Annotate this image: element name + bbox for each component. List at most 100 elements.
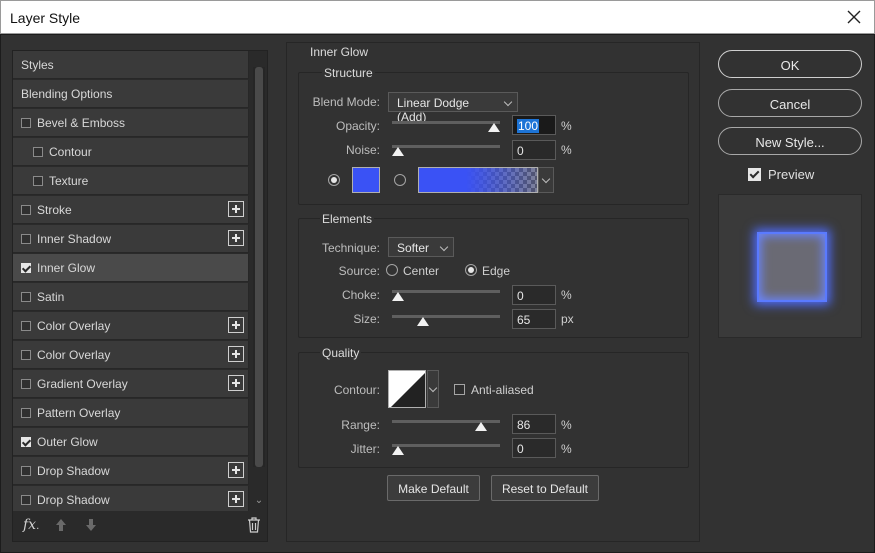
style-item-styles[interactable]: Styles bbox=[13, 51, 249, 79]
style-checkbox[interactable] bbox=[21, 379, 31, 389]
style-checkbox[interactable] bbox=[33, 147, 43, 157]
noise-slider[interactable] bbox=[392, 143, 500, 156]
elements-title: Elements bbox=[320, 212, 375, 226]
style-checkbox[interactable] bbox=[21, 437, 31, 447]
scrollbar-thumb[interactable] bbox=[255, 67, 263, 467]
style-item-drop-shadow[interactable]: Drop Shadow bbox=[13, 457, 249, 485]
slider-knob[interactable] bbox=[392, 292, 404, 301]
slider-track bbox=[392, 121, 500, 124]
style-item-bevel-emboss[interactable]: Bevel & Emboss bbox=[13, 109, 249, 137]
style-checkbox[interactable] bbox=[21, 263, 31, 273]
slider-knob[interactable] bbox=[392, 147, 404, 156]
opacity-slider[interactable] bbox=[392, 119, 500, 132]
trash-icon[interactable] bbox=[247, 517, 261, 533]
fx-icon[interactable]: fx. bbox=[23, 517, 39, 533]
jitter-slider[interactable] bbox=[392, 442, 500, 455]
slider-track bbox=[392, 444, 500, 447]
size-slider[interactable] bbox=[392, 313, 500, 326]
slider-knob[interactable] bbox=[488, 123, 500, 132]
style-item-outer-glow[interactable]: Outer Glow bbox=[13, 428, 249, 456]
gradient-radio[interactable] bbox=[394, 174, 406, 186]
style-checkbox[interactable] bbox=[33, 176, 43, 186]
slider-knob[interactable] bbox=[475, 422, 487, 431]
blend-mode-label: Blend Mode: bbox=[312, 95, 380, 109]
add-effect-plus-icon[interactable] bbox=[228, 346, 244, 362]
glow-gradient-swatch[interactable] bbox=[418, 167, 538, 193]
contour-preview[interactable] bbox=[388, 370, 426, 408]
range-input[interactable]: 86 bbox=[512, 414, 556, 434]
style-item-drop-shadow[interactable]: Drop Shadow bbox=[13, 486, 249, 511]
blend-mode-select[interactable]: Linear Dodge (Add) bbox=[388, 92, 518, 124]
style-checkbox[interactable] bbox=[21, 292, 31, 302]
style-checkbox[interactable] bbox=[21, 321, 31, 331]
anti-aliased-checkbox[interactable] bbox=[454, 384, 465, 395]
opacity-unit: % bbox=[561, 119, 572, 133]
preview-label: Preview bbox=[768, 167, 815, 182]
style-item-blending-options[interactable]: Blending Options bbox=[13, 80, 249, 108]
style-item-satin[interactable]: Satin bbox=[13, 283, 249, 311]
add-effect-plus-icon[interactable] bbox=[228, 317, 244, 333]
ok-button[interactable]: OK bbox=[718, 50, 862, 78]
contour-label: Contour: bbox=[333, 383, 380, 397]
style-item-inner-glow[interactable]: Inner Glow bbox=[13, 254, 249, 282]
style-item-contour[interactable]: Contour bbox=[13, 138, 249, 166]
jitter-unit: % bbox=[561, 442, 572, 456]
style-item-color-overlay[interactable]: Color Overlay bbox=[13, 341, 249, 369]
add-effect-plus-icon[interactable] bbox=[228, 375, 244, 391]
reset-to-default-button[interactable]: Reset to Default bbox=[491, 475, 599, 501]
choke-slider[interactable] bbox=[392, 288, 500, 301]
technique-value: Softer bbox=[397, 241, 430, 255]
style-checkbox[interactable] bbox=[21, 466, 31, 476]
jitter-input[interactable]: 0 bbox=[512, 438, 556, 458]
source-edge-radio[interactable] bbox=[465, 264, 477, 276]
gradient-dropdown[interactable] bbox=[538, 167, 554, 193]
move-down-icon[interactable] bbox=[85, 517, 97, 533]
window-title: Layer Style bbox=[10, 10, 81, 26]
range-slider[interactable] bbox=[392, 418, 500, 431]
opacity-input[interactable]: 100 bbox=[512, 115, 556, 135]
slider-knob[interactable] bbox=[417, 317, 429, 326]
scroll-down-arrow-icon[interactable]: ⌄ bbox=[253, 495, 265, 507]
style-checkbox[interactable] bbox=[21, 350, 31, 360]
anti-aliased-label: Anti-aliased bbox=[471, 383, 534, 397]
style-checkbox[interactable] bbox=[21, 118, 31, 128]
style-item-texture[interactable]: Texture bbox=[13, 167, 249, 195]
style-item-gradient-overlay[interactable]: Gradient Overlay bbox=[13, 370, 249, 398]
make-default-button[interactable]: Make Default bbox=[387, 475, 480, 501]
size-input[interactable]: 65 bbox=[512, 309, 556, 329]
cancel-button[interactable]: Cancel bbox=[718, 89, 862, 117]
noise-label: Noise: bbox=[345, 143, 380, 157]
styles-scrollbar[interactable] bbox=[253, 67, 265, 467]
structure-title: Structure bbox=[322, 66, 375, 80]
add-effect-plus-icon[interactable] bbox=[228, 201, 244, 217]
add-effect-plus-icon[interactable] bbox=[228, 462, 244, 478]
add-effect-plus-icon[interactable] bbox=[228, 491, 244, 507]
style-item-stroke[interactable]: Stroke bbox=[13, 196, 249, 224]
style-checkbox[interactable] bbox=[21, 495, 31, 505]
style-checkbox[interactable] bbox=[21, 205, 31, 215]
style-checkbox[interactable] bbox=[21, 408, 31, 418]
move-up-icon[interactable] bbox=[55, 517, 67, 533]
source-center-radio[interactable] bbox=[386, 264, 398, 276]
slider-track bbox=[392, 315, 500, 318]
new-style-button[interactable]: New Style... bbox=[718, 127, 862, 155]
contour-dropdown[interactable] bbox=[427, 370, 439, 408]
source-edge-label: Edge bbox=[482, 264, 511, 278]
add-effect-plus-icon[interactable] bbox=[228, 230, 244, 246]
technique-select[interactable]: Softer bbox=[388, 237, 454, 257]
style-item-label: Pattern Overlay bbox=[37, 406, 121, 420]
style-item-color-overlay[interactable]: Color Overlay bbox=[13, 312, 249, 340]
style-item-pattern-overlay[interactable]: Pattern Overlay bbox=[13, 399, 249, 427]
solid-color-radio[interactable] bbox=[328, 174, 340, 186]
style-item-label: Color Overlay bbox=[37, 319, 111, 333]
close-icon[interactable] bbox=[844, 7, 864, 27]
noise-input[interactable]: 0 bbox=[512, 140, 556, 160]
glow-color-swatch[interactable] bbox=[352, 167, 380, 193]
opacity-value: 100 bbox=[517, 119, 540, 133]
style-checkbox[interactable] bbox=[21, 234, 31, 244]
slider-knob[interactable] bbox=[392, 446, 404, 455]
preview-checkbox[interactable] bbox=[748, 168, 761, 181]
style-item-label: Color Overlay bbox=[37, 348, 111, 362]
style-item-inner-shadow[interactable]: Inner Shadow bbox=[13, 225, 249, 253]
choke-input[interactable]: 0 bbox=[512, 285, 556, 305]
